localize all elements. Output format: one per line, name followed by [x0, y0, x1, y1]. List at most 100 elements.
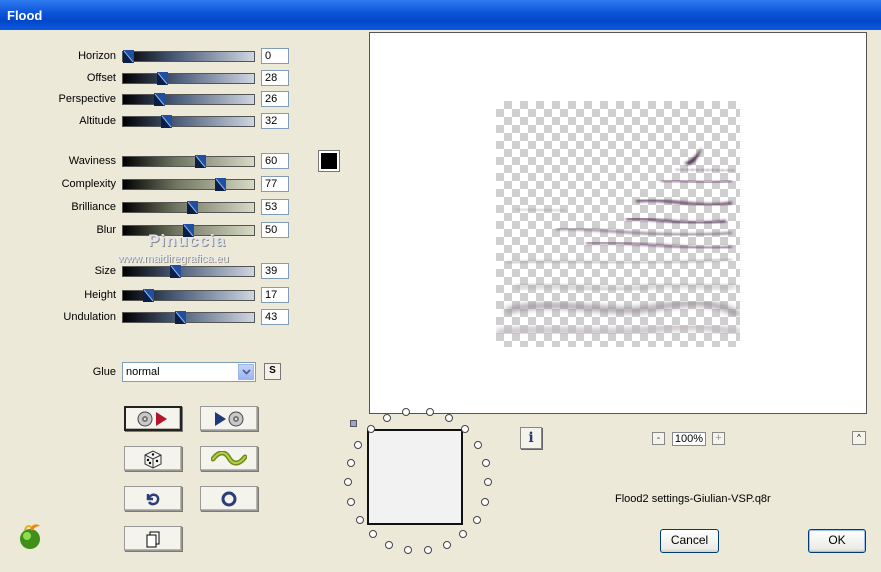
zoom-level: 100% [672, 432, 706, 446]
preset-slot[interactable] [481, 458, 490, 467]
slider-label-altitude: Altitude [79, 115, 116, 127]
preset-slot[interactable] [368, 530, 377, 539]
slider-value-size[interactable]: 39 [261, 263, 289, 279]
slider-label-waviness: Waviness [68, 155, 116, 167]
preset-slot[interactable] [354, 440, 363, 449]
slider-thumb[interactable] [170, 265, 181, 278]
slider-label-size: Size [94, 265, 116, 277]
preset-slot[interactable] [480, 497, 489, 506]
glue-select-value: normal [126, 366, 160, 378]
preset-slot[interactable] [355, 515, 364, 524]
slider-undulation[interactable] [122, 311, 255, 324]
slider-thumb[interactable] [157, 72, 168, 85]
slider-brilliance[interactable] [122, 201, 255, 214]
slider-label-height: Height [84, 289, 116, 301]
title-bar[interactable]: Flood [0, 0, 881, 30]
preset-slot[interactable] [383, 414, 392, 423]
zoom-in-button[interactable]: + [712, 432, 725, 445]
slider-thumb[interactable] [215, 178, 226, 191]
slider-value-perspective[interactable]: 26 [261, 91, 289, 107]
save-preset-button[interactable] [200, 406, 258, 431]
preset-slot[interactable] [484, 478, 492, 487]
preset-slot[interactable] [385, 540, 394, 549]
slider-value-horizon[interactable]: 0 [261, 48, 289, 64]
window-title: Flood [7, 8, 43, 23]
chevron-down-icon[interactable] [238, 364, 254, 380]
slider-label-horizon: Horizon [78, 50, 116, 62]
slider-value-blur[interactable]: 50 [261, 222, 289, 238]
slider-label-complexity: Complexity [61, 178, 116, 190]
reset-button[interactable] [200, 486, 258, 511]
play-disk-icon [215, 411, 244, 426]
copy-pages-icon [146, 531, 160, 547]
flood-dialog: Flood Horizon 0 Offset 28 Perspective 26 Altit… [0, 0, 881, 572]
slider-value-brilliance[interactable]: 53 [261, 199, 289, 215]
slider-thumb[interactable] [161, 115, 172, 128]
slider-value-undulation[interactable]: 43 [261, 309, 289, 325]
dice-icon [144, 449, 162, 469]
preset-slot[interactable] [473, 440, 482, 449]
watermark-url: www.maidiregrafica.eu [118, 253, 229, 265]
slider-horizon[interactable] [122, 50, 255, 63]
ring-icon [221, 491, 237, 506]
slider-value-complexity[interactable]: 77 [261, 176, 289, 192]
preset-slot[interactable] [347, 497, 356, 506]
copy-button[interactable] [124, 526, 182, 551]
color-swatch[interactable] [318, 150, 340, 172]
preset-slot[interactable] [444, 414, 453, 423]
slider-label-blur: Blur [96, 224, 116, 236]
randomize-button[interactable] [124, 446, 182, 471]
slider-value-waviness[interactable]: 60 [261, 153, 289, 169]
preset-slot[interactable] [346, 458, 355, 467]
slider-thumb[interactable] [187, 201, 198, 214]
slider-perspective[interactable] [122, 93, 255, 106]
slider-thumb[interactable] [195, 155, 206, 168]
cancel-button[interactable]: Cancel [660, 529, 719, 553]
slider-thumb[interactable] [123, 50, 134, 63]
preview-thumbnail[interactable] [367, 429, 463, 525]
ok-button[interactable]: OK [808, 529, 866, 553]
undo-button[interactable] [124, 486, 182, 511]
preset-slot[interactable] [472, 515, 481, 524]
slider-size[interactable] [122, 265, 255, 278]
watermark-name: Pinuccia [148, 231, 226, 250]
disk-play-icon [137, 411, 167, 426]
slider-thumb[interactable] [143, 289, 154, 302]
slider-height[interactable] [122, 289, 255, 302]
app-logo-icon [15, 522, 45, 552]
preview-transparent-canvas [495, 101, 742, 347]
wave-icon [211, 450, 247, 466]
slider-altitude[interactable] [122, 115, 255, 128]
preset-slot[interactable] [461, 425, 470, 434]
slider-thumb[interactable] [154, 93, 165, 106]
slider-waviness[interactable] [122, 155, 255, 168]
slider-complexity[interactable] [122, 178, 255, 191]
slider-value-offset[interactable]: 28 [261, 70, 289, 86]
slider-thumb[interactable] [175, 311, 186, 324]
slider-label-perspective: Perspective [58, 93, 116, 105]
preset-slot[interactable] [426, 408, 435, 417]
slider-offset[interactable] [122, 72, 255, 85]
preset-slot[interactable] [442, 540, 451, 549]
zoom-out-button[interactable]: - [652, 432, 665, 445]
preset-slot[interactable] [404, 546, 413, 555]
navigator-handle[interactable] [350, 420, 357, 427]
slider-label-brilliance: Brilliance [71, 201, 116, 213]
glue-label: Glue [92, 366, 116, 378]
undo-arrow-icon [146, 493, 160, 505]
preset-slot[interactable] [423, 546, 432, 555]
up-arrow-button[interactable]: ^ [852, 431, 866, 445]
preset-slot[interactable] [401, 408, 410, 417]
slider-value-altitude[interactable]: 32 [261, 113, 289, 129]
dialog-client-area: Horizon 0 Offset 28 Perspective 26 Altitude 32 W… [0, 30, 881, 572]
preset-slot[interactable] [459, 530, 468, 539]
wave-preset-button[interactable] [200, 446, 258, 471]
slider-label-offset: Offset [86, 72, 116, 84]
load-preset-button[interactable] [124, 406, 182, 431]
info-button[interactable]: i [520, 427, 542, 449]
slider-value-height[interactable]: 17 [261, 287, 289, 303]
preview-pane[interactable] [369, 32, 867, 414]
glue-select[interactable]: normal [122, 362, 256, 382]
preset-slot[interactable] [344, 478, 352, 487]
glue-s-button[interactable]: S [264, 363, 281, 380]
